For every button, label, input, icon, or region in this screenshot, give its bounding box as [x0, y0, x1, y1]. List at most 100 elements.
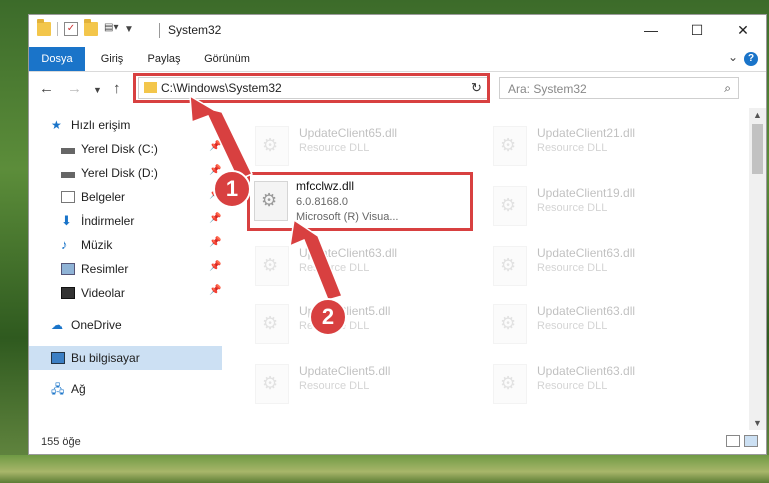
- sidebar-item-this-pc[interactable]: Bu bilgisayar: [51, 347, 140, 369]
- sidebar-item-label: Müzik: [81, 238, 113, 252]
- file-name: UpdateClient19.dll: [537, 186, 636, 200]
- forward-arrow-icon[interactable]: →: [67, 80, 82, 97]
- sidebar-item-onedrive[interactable]: ☁ OneDrive: [51, 314, 122, 336]
- sidebar-item-disk-d[interactable]: Yerel Disk (D:): [61, 162, 158, 184]
- list-item[interactable]: UpdateClient19.dll Resource DLL: [487, 178, 717, 234]
- title-divider: [159, 23, 160, 38]
- properties-icon[interactable]: ✓: [64, 22, 78, 36]
- scroll-up-icon[interactable]: ▲: [753, 110, 762, 120]
- file-version: 6.0.8168.0: [296, 196, 348, 208]
- cloud-icon: ☁: [51, 318, 63, 332]
- callout-badge-1: 1: [213, 170, 251, 208]
- window-title: System32: [168, 23, 222, 37]
- videos-icon: [61, 287, 75, 299]
- file-name: mfcclwz.dll: [296, 179, 355, 193]
- file-type: Resource DLL: [299, 262, 370, 274]
- customize-toolbar-icon[interactable]: ▤▾: [104, 22, 118, 36]
- computer-icon: [51, 352, 65, 364]
- dll-file-icon: [255, 364, 289, 404]
- sidebar-item-label: Belgeler: [81, 190, 126, 204]
- sidebar-item-network[interactable]: 🖧 Ağ: [51, 378, 86, 400]
- recent-locations-icon[interactable]: ▼: [93, 85, 102, 95]
- sidebar-item-downloads[interactable]: ⬇ İndirmeler: [61, 210, 134, 232]
- dll-file-icon: [254, 181, 288, 221]
- list-item[interactable]: UpdateClient63.dll Resource DLL: [487, 296, 717, 352]
- search-placeholder: Ara: System32: [508, 82, 587, 96]
- dll-file-icon: [255, 126, 289, 166]
- pin-icon[interactable]: 📌: [209, 237, 221, 248]
- list-item[interactable]: UpdateClient63.dll Resource DLL: [487, 356, 717, 412]
- tab-view[interactable]: Görünüm: [199, 47, 255, 71]
- maximize-button[interactable]: ☐: [674, 15, 720, 45]
- tab-home[interactable]: Giriş: [91, 47, 133, 71]
- folder-icon: [37, 19, 51, 36]
- window-controls: — ☐ ✕: [628, 15, 766, 45]
- file-name: UpdateClient65.dll: [299, 126, 398, 140]
- file-name: UpdateClient21.dll: [537, 126, 636, 140]
- file-type: Resource DLL: [299, 142, 370, 154]
- tiles-view-icon[interactable]: [744, 435, 758, 447]
- sidebar-item-pictures[interactable]: Resimler: [61, 258, 128, 280]
- dll-file-icon: [493, 364, 527, 404]
- status-bar: 155 öğe: [29, 430, 766, 454]
- dll-file-icon: [493, 126, 527, 166]
- tab-share[interactable]: Paylaş: [141, 47, 187, 71]
- list-item[interactable]: UpdateClient21.dll Resource DLL: [487, 118, 717, 174]
- pin-icon[interactable]: 📌: [209, 213, 221, 224]
- search-input[interactable]: Ara: System32 ⌕: [499, 77, 739, 99]
- file-name: UpdateClient5.dll: [299, 364, 391, 378]
- help-button[interactable]: ?: [744, 52, 758, 66]
- desktop-background: [0, 455, 769, 483]
- expand-ribbon-icon[interactable]: ⌄: [728, 50, 738, 64]
- dll-file-icon: [493, 304, 527, 344]
- quick-access-toolbar: ✓ ▤▾ ▼: [37, 19, 134, 36]
- pin-icon[interactable]: 📌: [209, 285, 221, 296]
- address-highlight-box: [133, 73, 490, 103]
- scroll-down-icon[interactable]: ▼: [753, 418, 762, 428]
- sidebar-item-label: OneDrive: [71, 318, 122, 332]
- navigation-pane: ★ Hızlı erişim Yerel Disk (C:) 📌 Yerel D…: [29, 108, 224, 428]
- sidebar-item-label: Yerel Disk (D:): [81, 166, 158, 180]
- file-type: Resource DLL: [537, 142, 608, 154]
- sidebar-item-videos[interactable]: Videolar: [61, 282, 125, 304]
- file-explorer-window: ✓ ▤▾ ▼ System32 — ☐ ✕ Dosya Giriş Paylaş…: [28, 14, 767, 455]
- toolbar-dropdown-icon[interactable]: ▼: [124, 24, 134, 35]
- sidebar-item-documents[interactable]: Belgeler: [61, 186, 125, 208]
- file-type: Resource DLL: [537, 202, 608, 214]
- new-folder-icon[interactable]: [84, 19, 98, 36]
- list-item[interactable]: UpdateClient63.dll Resource DLL: [249, 238, 479, 294]
- callout-badge-2: 2: [309, 298, 347, 336]
- item-count: 155 öğe: [41, 436, 81, 448]
- list-item[interactable]: UpdateClient5.dll Resource DLL: [249, 356, 479, 412]
- close-button[interactable]: ✕: [720, 15, 766, 45]
- list-item[interactable]: UpdateClient63.dll Resource DLL: [487, 238, 717, 294]
- pin-icon[interactable]: 📌: [209, 261, 221, 272]
- file-name: UpdateClient63.dll: [537, 364, 636, 378]
- sidebar-item-quick-access[interactable]: ★ Hızlı erişim: [51, 114, 130, 136]
- search-icon[interactable]: ⌕: [724, 81, 731, 96]
- highlighted-file-item[interactable]: mfcclwz.dll 6.0.8168.0 Microsoft (R) Vis…: [247, 172, 473, 231]
- scroll-thumb[interactable]: [752, 124, 763, 174]
- file-name: UpdateClient63.dll: [299, 246, 398, 260]
- sidebar-item-disk-c[interactable]: Yerel Disk (C:): [61, 138, 158, 160]
- file-type: Resource DLL: [299, 380, 370, 392]
- tab-file[interactable]: Dosya: [29, 47, 85, 71]
- vertical-scrollbar[interactable]: ▲ ▼: [749, 108, 766, 430]
- sidebar-item-label: Ağ: [71, 382, 86, 396]
- file-list: UpdateClient65.dll Resource DLL UpdateCl…: [239, 108, 739, 428]
- back-arrow-icon[interactable]: ←: [39, 80, 54, 97]
- navigation-bar: ← → ▼ ↑ C:\Windows\System32 ⌄ ↻ Ara: Sys…: [29, 72, 766, 106]
- sidebar-item-label: Yerel Disk (C:): [81, 142, 158, 156]
- pin-icon[interactable]: 📌: [209, 141, 221, 152]
- title-bar: ✓ ▤▾ ▼ System32 — ☐ ✕: [29, 15, 766, 47]
- list-item[interactable]: UpdateClient65.dll Resource DLL: [249, 118, 479, 174]
- minimize-button[interactable]: —: [628, 15, 674, 45]
- up-arrow-icon[interactable]: ↑: [113, 80, 121, 97]
- details-view-icon[interactable]: [726, 435, 740, 447]
- file-type: Resource DLL: [537, 320, 608, 332]
- dll-file-icon: [493, 246, 527, 286]
- list-item[interactable]: UpdateClient5.dll Resource DLL: [249, 296, 479, 352]
- toolbar-divider: [57, 22, 58, 36]
- sidebar-item-music[interactable]: ♪ Müzik: [61, 234, 112, 256]
- dll-file-icon: [493, 186, 527, 226]
